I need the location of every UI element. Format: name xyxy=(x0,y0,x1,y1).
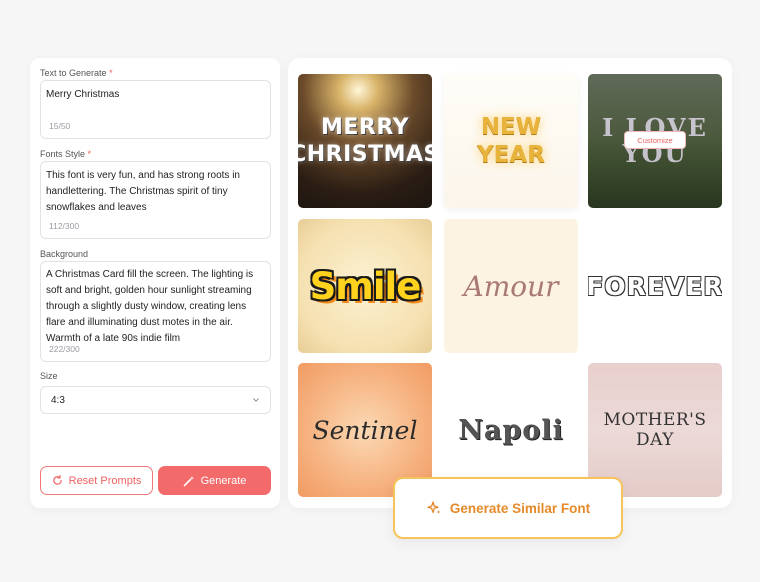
tile-text: FOREVER xyxy=(588,271,722,301)
chevron-down-icon xyxy=(253,398,259,402)
gallery-tile-forever[interactable]: FOREVER xyxy=(588,219,722,353)
text-to-generate-label: Text to Generate * xyxy=(40,68,113,78)
magic-wand-icon xyxy=(183,475,194,486)
tile-text: Sentinel xyxy=(312,415,418,445)
text-char-count: 15/50 xyxy=(49,121,71,131)
tile-text: NEW YEAR xyxy=(477,114,545,168)
font-gallery-panel: MERRY CHRISTMAS NEW YEAR I LOVE YOU Cust… xyxy=(288,58,732,508)
generate-similar-font-button[interactable]: Generate Similar Font xyxy=(393,477,623,539)
tile-text: Smile xyxy=(309,264,422,308)
refresh-icon xyxy=(52,475,62,485)
gallery-tile-new-year[interactable]: NEW YEAR xyxy=(444,74,578,208)
gallery-tile-amour[interactable]: Amour xyxy=(444,219,578,353)
tile-text: Amour xyxy=(463,269,559,303)
prompt-form-panel: Text to Generate * Merry Christmas 15/50… xyxy=(30,58,280,508)
generate-similar-font-label: Generate Similar Font xyxy=(449,500,591,516)
fonts-style-input[interactable]: This font is very fun, and has strong ro… xyxy=(40,161,271,239)
tile-text: Napoli xyxy=(458,414,564,446)
size-label: Size xyxy=(40,371,58,381)
background-char-count: 222/300 xyxy=(49,344,80,354)
generate-label: Generate xyxy=(200,474,247,487)
reset-prompts-label: Reset Prompts xyxy=(68,474,142,487)
background-label: Background xyxy=(40,249,89,259)
reset-prompts-button[interactable]: Reset Prompts xyxy=(40,466,153,495)
tile-text: MOTHER'S DAY xyxy=(603,410,707,450)
gallery-tile-merry-christmas[interactable]: MERRY CHRISTMAS xyxy=(298,74,432,208)
tile-text: MERRY CHRISTMAS xyxy=(298,115,432,167)
background-input[interactable]: A Christmas Card fill the screen. The li… xyxy=(40,261,271,362)
style-char-count: 112/300 xyxy=(49,221,80,231)
sparkle-icon xyxy=(427,501,441,514)
size-select[interactable]: 4:3 xyxy=(40,386,271,414)
customize-button[interactable]: Customize xyxy=(624,131,686,149)
generate-button[interactable]: Generate xyxy=(158,466,271,495)
fonts-style-label: Fonts Style * xyxy=(40,149,92,159)
text-to-generate-input[interactable]: Merry Christmas 15/50 xyxy=(40,80,271,139)
size-selected-value: 4:3 xyxy=(51,394,65,406)
gallery-tile-smile[interactable]: Smile xyxy=(298,219,432,353)
